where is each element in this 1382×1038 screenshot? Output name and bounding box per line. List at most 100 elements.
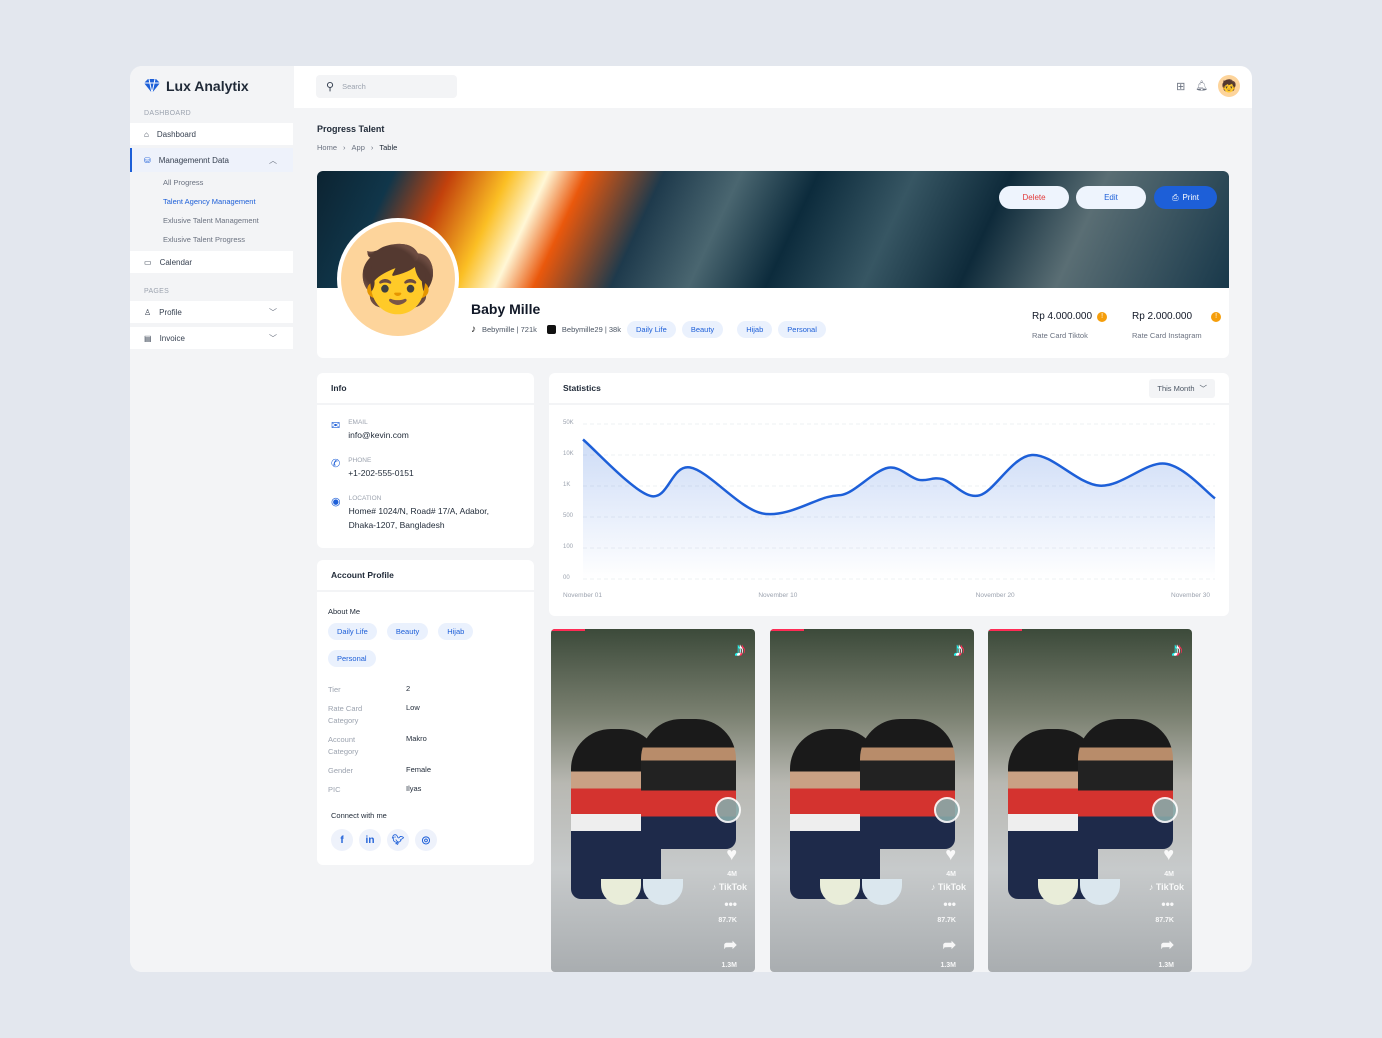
sidebar-item-invoice[interactable]: ▤ Invoice ﹀	[130, 327, 293, 349]
search-input[interactable]: ⚲ Search	[316, 75, 457, 98]
tiktok-logo-icon: ♪	[954, 639, 964, 661]
x-tick-label: November 01	[563, 592, 603, 599]
tiktok-icon: ♪	[471, 324, 476, 335]
profile-avatar: 🧒	[337, 218, 459, 340]
tiktok-video-thumbnail[interactable]: ♪ ♥ 4M ♪ TikTok ••• 87.7K ➦ 1.3M	[988, 629, 1192, 972]
section-pages: PAGES	[144, 288, 170, 295]
likes-count: 4M	[946, 871, 956, 878]
bell-icon[interactable]: 🔔︎	[1195, 81, 1208, 92]
chevron-down-icon: ﹀	[269, 333, 277, 343]
sub-item-exclusive-progress[interactable]: Exlusive Talent Progress	[163, 235, 245, 244]
statistics-chart	[582, 423, 1216, 580]
social-links: f in 🐦︎ ◎	[331, 829, 437, 851]
print-button[interactable]: ⎙ Print	[1154, 186, 1217, 209]
creator-avatar[interactable]	[1152, 797, 1178, 823]
phone-icon: ✆	[331, 458, 341, 470]
instagram-handle[interactable]: Bebymille29 | 38k	[562, 325, 621, 334]
about-tags: Daily Life Beauty Hijab Personal	[328, 623, 518, 667]
section-dashboard: DASHBOARD	[144, 110, 192, 117]
location-line-2: Dhaka-1207, Bangladesh	[348, 520, 445, 530]
app-logo[interactable]: Lux Analytix	[144, 78, 249, 94]
tiktok-watermark: ♪ TikTok	[711, 882, 747, 892]
user-icon: ♙	[144, 307, 152, 317]
heart-icon[interactable]: ♥	[1163, 844, 1174, 865]
instagram-icon[interactable]: ◎	[415, 829, 437, 851]
sidebar: Lux Analytix DASHBOARD ⌂ Dashboard ⛁ Manag…	[130, 66, 294, 972]
field-value: Female	[406, 765, 432, 774]
sub-item-talent-agency[interactable]: Talent Agency Management	[163, 197, 256, 206]
creator-avatar[interactable]	[715, 797, 741, 823]
rate-card-instagram: Rp 2.000.000! Rate Card Instagram	[1132, 311, 1222, 340]
user-avatar[interactable]: 🧒	[1218, 75, 1240, 97]
x-tick-label: November 30	[1171, 592, 1211, 599]
tiktok-watermark: ♪ TikTok	[1148, 882, 1184, 892]
sub-item-exclusive-management[interactable]: Exlusive Talent Management	[163, 216, 259, 225]
linkedin-icon[interactable]: in	[359, 829, 381, 851]
bowl	[1080, 879, 1120, 905]
field-value: Low	[406, 703, 420, 712]
sidebar-item-calendar[interactable]: ▭ Calendar	[130, 251, 293, 273]
video-subject	[641, 719, 736, 849]
sidebar-item-profile[interactable]: ♙ Profile ﹀	[130, 301, 293, 323]
series-area	[583, 439, 1215, 579]
share-icon[interactable]: ➦	[1161, 935, 1174, 955]
mail-icon: ✉	[331, 420, 341, 432]
location-row: ◉ LOCATION Home# 1024/N, Road# 17/A, Adabo…	[331, 495, 489, 532]
info-icon[interactable]: !	[1211, 312, 1222, 322]
sidebar-item-dashboard[interactable]: ⌂ Dashboard	[130, 123, 293, 145]
search-icon: ⚲	[326, 81, 335, 93]
tag: Hijab	[737, 321, 773, 338]
field-label: Tier	[328, 685, 341, 694]
comment-icon[interactable]: •••	[1161, 897, 1174, 911]
home-icon: ⌂	[144, 129, 149, 139]
account-profile-card: Account Profile About Me Daily Life Beau…	[317, 560, 534, 865]
tiktok-logo-icon: ♪	[735, 639, 745, 661]
tiktok-video-thumbnail[interactable]: ♪ ♥ 4M ♪ TikTok ••• 87.7K ➦ 1.3M	[770, 629, 974, 972]
comment-icon[interactable]: •••	[943, 897, 956, 911]
sidebar-item-label: Calendar	[159, 257, 193, 267]
email-label: EMAIL	[348, 419, 368, 426]
tiktok-handle[interactable]: Bebymille | 721k	[482, 325, 537, 334]
info-icon[interactable]: !	[1097, 312, 1108, 322]
comment-icon[interactable]: •••	[724, 897, 737, 911]
heart-icon[interactable]: ♥	[726, 844, 737, 865]
location-pin-icon: ◉	[331, 496, 341, 508]
share-icon[interactable]: ➦	[943, 935, 956, 955]
bowl	[1038, 879, 1078, 905]
facebook-icon[interactable]: f	[331, 829, 353, 851]
creator-avatar[interactable]	[934, 797, 960, 823]
apps-grid-icon[interactable]: ⊞	[1176, 80, 1185, 93]
video-subject	[860, 719, 955, 849]
tiktok-video-thumbnail[interactable]: ♪ ♥ 4M ♪ TikTok ••• 87.7K ➦ 1.3M	[551, 629, 755, 972]
share-icon[interactable]: ➦	[724, 935, 737, 955]
comments-count: 87.7K	[1155, 917, 1174, 924]
rate-label: Rate Card Tiktok	[1032, 331, 1088, 340]
breadcrumb-home[interactable]: Home	[317, 143, 337, 152]
heart-icon[interactable]: ♥	[945, 844, 956, 865]
print-label: Print	[1182, 193, 1199, 202]
rate-value: Rp 2.000.000	[1132, 311, 1193, 322]
progress-bar	[988, 629, 1022, 631]
statistics-card: Statistics This Month ﹀ 50K 10K 1K 500 100 00 N…	[549, 373, 1229, 616]
email-value[interactable]: info@kevin.com	[348, 428, 409, 442]
y-tick-label: 1K	[563, 482, 571, 488]
breadcrumb-app[interactable]: App	[352, 143, 365, 152]
edit-button[interactable]: Edit	[1076, 186, 1146, 209]
delete-button[interactable]: Delete	[999, 186, 1069, 209]
sub-item-all-progress[interactable]: All Progress	[163, 178, 203, 187]
rate-card-tiktok: Rp 4.000.000! Rate Card Tiktok	[1032, 311, 1108, 340]
tiktok-watermark: ♪ TikTok	[930, 882, 966, 892]
y-tick-label: 500	[563, 513, 574, 519]
phone-label: PHONE	[348, 457, 372, 464]
twitter-icon[interactable]: 🐦︎	[387, 829, 409, 851]
tag: Daily Life	[328, 623, 377, 640]
app-title: Lux Analytix	[166, 78, 249, 94]
sidebar-item-management[interactable]: ⛁ Managemennt Data ︿	[130, 148, 293, 172]
chevron-right-icon: ›	[343, 143, 346, 152]
breadcrumb: Home › App › Table	[317, 143, 397, 152]
tag: Beauty	[386, 623, 429, 640]
x-tick-label: November 10	[758, 592, 798, 599]
printer-icon: ⎙	[1172, 192, 1179, 202]
tiktok-logo-icon: ♪	[1172, 639, 1182, 661]
field-value: 2	[406, 684, 411, 693]
